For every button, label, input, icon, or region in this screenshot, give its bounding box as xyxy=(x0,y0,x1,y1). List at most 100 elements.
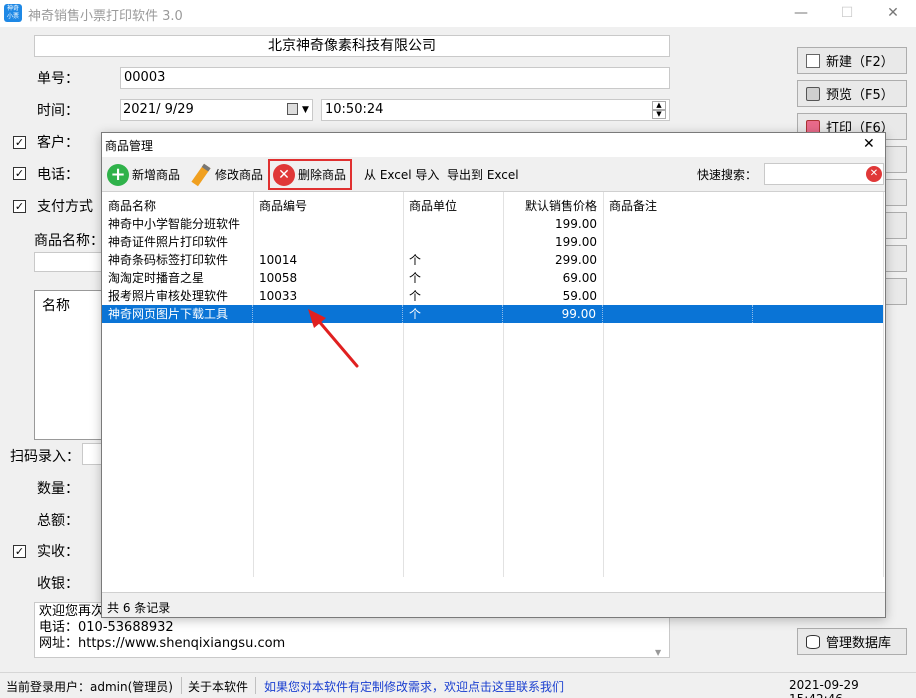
calendar-icon[interactable] xyxy=(287,103,298,115)
order-number-field[interactable]: 00003 xyxy=(120,67,670,89)
clear-search-icon[interactable]: ✕ xyxy=(866,166,882,182)
order-number-label: 单号： xyxy=(37,71,79,87)
table-row[interactable]: 神奇条码标签打印软件 10014 个 299.00 xyxy=(102,251,883,269)
date-picker[interactable]: 2021/ 9/29 ▼ xyxy=(120,99,313,121)
minimize-button[interactable]: — xyxy=(778,0,824,27)
app-icon: 神奇 小票 xyxy=(4,4,22,22)
pencil-icon xyxy=(191,163,211,186)
table-cell xyxy=(603,233,753,251)
footer-line-3: 网址：https://www.shenqixiangsu.com xyxy=(39,636,286,651)
edit-product-button[interactable]: 修改商品 xyxy=(191,161,263,188)
status-bar: 当前登录用户：admin(管理员) 关于本软件 如果您对本软件有定制修改需求，欢… xyxy=(0,672,916,698)
spin-up-icon[interactable]: ▲ xyxy=(652,101,666,110)
table-cell: 199.00 xyxy=(555,217,597,231)
about-link[interactable]: 关于本软件 xyxy=(188,678,248,695)
status-datetime: 2021-09-29 15:42:46 xyxy=(789,678,859,698)
table-cell xyxy=(603,305,753,323)
quick-search-label: 快速搜索： xyxy=(697,168,758,182)
login-user-text: 当前登录用户：admin(管理员) xyxy=(6,680,173,694)
cashier-label: 收银： xyxy=(37,576,79,592)
scroll-down-icon[interactable]: ▼ xyxy=(655,645,661,657)
manage-database-button[interactable]: 管理数据库 xyxy=(797,628,907,655)
side-button-4[interactable] xyxy=(884,146,907,173)
table-cell xyxy=(253,215,403,233)
export-excel-button[interactable]: 导出到 Excel xyxy=(447,161,519,188)
side-button-6[interactable] xyxy=(884,212,907,239)
window-title: 神奇销售小票打印软件 3.0 xyxy=(28,9,183,24)
table-cell xyxy=(603,287,753,305)
column-header[interactable]: 商品名称 xyxy=(102,197,253,215)
phone-label: 电话： xyxy=(37,167,79,183)
table-cell: 99.00 xyxy=(503,305,603,323)
table-header: 商品名称 商品编号 商品单位 默认销售价格 商品备注 xyxy=(102,197,883,215)
customer-checkbox[interactable]: ✓ xyxy=(13,136,26,149)
table-cell xyxy=(603,215,753,233)
table-cell xyxy=(403,233,503,251)
annotation-arrow xyxy=(308,309,359,368)
delete-icon: ✕ xyxy=(273,163,295,186)
table-row[interactable]: 神奇证件照片打印软件 199.00 xyxy=(102,233,883,251)
table-cell: 10014 xyxy=(259,253,298,267)
table-cell: 199.00 xyxy=(555,235,597,249)
preview-button[interactable]: 预览（F5） xyxy=(797,80,907,107)
column-header[interactable]: 商品备注 xyxy=(603,197,753,215)
table-row[interactable]: 神奇中小学智能分班软件 199.00 xyxy=(102,215,883,233)
close-button[interactable]: ✕ xyxy=(870,0,916,27)
spin-down-icon[interactable]: ▼ xyxy=(652,110,666,119)
import-excel-button[interactable]: 从 Excel 导入 xyxy=(364,161,439,188)
table-cell: 69.00 xyxy=(562,271,597,285)
maximize-button[interactable]: ☐ xyxy=(824,0,870,27)
table-cell xyxy=(403,215,503,233)
database-icon xyxy=(806,634,820,649)
paid-checkbox[interactable]: ✓ xyxy=(13,545,26,558)
product-name-label: 商品名称： xyxy=(34,233,104,249)
payment-label: 支付方式 xyxy=(37,199,93,215)
column-header[interactable]: 商品单位 xyxy=(403,197,503,215)
table-cell: 59.00 xyxy=(562,289,597,303)
preview-printer-icon xyxy=(806,86,820,101)
quick-search-input[interactable]: ✕ xyxy=(764,163,884,185)
add-icon: + xyxy=(107,163,129,186)
title-bar: 神奇 小票 神奇销售小票打印软件 3.0 — ☐ ✕ xyxy=(0,0,916,27)
item-list[interactable]: 名称 xyxy=(34,290,104,440)
phone-checkbox[interactable]: ✓ xyxy=(13,167,26,180)
dialog-footer: 共 6 条记录 xyxy=(102,594,885,618)
table-row[interactable]: 报考照片审核处理软件 10033 个 59.00 xyxy=(102,287,883,305)
delete-product-button[interactable]: ✕ 删除商品 xyxy=(268,159,353,190)
table-cell: 个 xyxy=(409,271,422,285)
record-count: 共 6 条记录 xyxy=(107,601,171,615)
time-value: 10:50:24 xyxy=(325,102,384,117)
side-button-5[interactable] xyxy=(884,179,907,206)
column-header[interactable]: 商品编号 xyxy=(253,197,403,215)
product-table[interactable]: 商品名称 商品编号 商品单位 默认销售价格 商品备注 神奇中小学智能分班软件 19… xyxy=(102,191,885,593)
add-product-button[interactable]: + 新增商品 xyxy=(107,161,180,188)
table-cell: 10033 xyxy=(259,289,298,303)
total-label: 总额： xyxy=(37,513,79,529)
quantity-label: 数量： xyxy=(37,481,79,497)
dialog-toolbar: + 新增商品 修改商品 ✕ 删除商品 从 Excel 导入 导出到 Excel … xyxy=(102,157,885,191)
product-management-dialog: 商品管理 ✕ + 新增商品 修改商品 ✕ 删除商品 从 Excel 导入 导出到… xyxy=(101,132,886,618)
table-cell: 个 xyxy=(409,289,422,303)
table-cell: 报考照片审核处理软件 xyxy=(108,289,229,303)
date-value: 2021/ 9/29 xyxy=(123,102,194,117)
table-cell: 神奇中小学智能分班软件 xyxy=(108,217,241,231)
table-cell: 淘淘定时播音之星 xyxy=(108,271,205,285)
new-document-icon xyxy=(806,53,820,68)
new-button[interactable]: 新建（F2） xyxy=(797,47,907,74)
payment-checkbox[interactable]: ✓ xyxy=(13,200,26,213)
chevron-down-icon[interactable]: ▼ xyxy=(302,100,309,120)
table-cell: 10058 xyxy=(259,271,298,285)
time-label: 时间： xyxy=(37,103,79,119)
column-header[interactable]: 默认销售价格 xyxy=(503,197,603,215)
custom-dev-link[interactable]: 如果您对本软件有定制修改需求，欢迎点击这里联系我们 xyxy=(264,678,564,695)
table-cell: 299.00 xyxy=(555,253,597,267)
dialog-close-button[interactable]: ✕ xyxy=(863,136,875,152)
table-row[interactable]: 淘淘定时播音之星 10058 个 69.00 xyxy=(102,269,883,287)
side-button-8[interactable] xyxy=(884,278,907,305)
time-field[interactable]: 10:50:24 ▲ ▼ xyxy=(321,99,670,121)
side-button-7[interactable] xyxy=(884,245,907,272)
table-row[interactable]: 神奇网页图片下载工具 个 99.00 xyxy=(102,305,883,323)
table-cell: 个 xyxy=(409,253,422,267)
product-name-field[interactable] xyxy=(34,252,104,272)
company-name-field[interactable]: 北京神奇像素科技有限公司 xyxy=(34,35,670,57)
